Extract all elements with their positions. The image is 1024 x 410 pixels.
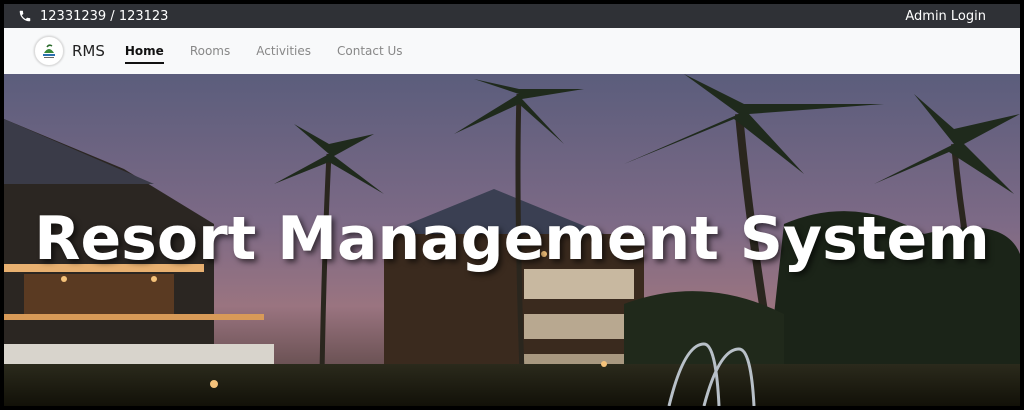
- hero-title: Resort Management System: [34, 204, 990, 274]
- resort-logo-icon: [34, 36, 64, 66]
- phone-icon: [18, 9, 32, 23]
- nav-activities[interactable]: Activities: [256, 44, 311, 58]
- nav-rooms[interactable]: Rooms: [190, 44, 230, 58]
- nav-contact-us[interactable]: Contact Us: [337, 44, 403, 58]
- brand[interactable]: RMS: [34, 36, 105, 66]
- brand-name: RMS: [72, 42, 105, 60]
- admin-login-link[interactable]: Admin Login: [905, 9, 1020, 24]
- page-frame: 12331239 / 123123 Admin Login RMS Home R…: [4, 4, 1020, 406]
- top-bar: 12331239 / 123123 Admin Login: [4, 4, 1020, 28]
- nav-home[interactable]: Home: [124, 44, 164, 64]
- contact-info: 12331239 / 123123: [4, 9, 168, 24]
- nav-links: Home Rooms Activities Contact Us: [124, 44, 429, 64]
- main-navbar: RMS Home Rooms Activities Contact Us: [4, 28, 1020, 75]
- phone-number: 12331239 / 123123: [40, 8, 169, 24]
- hero-banner: Resort Management System: [4, 74, 1020, 406]
